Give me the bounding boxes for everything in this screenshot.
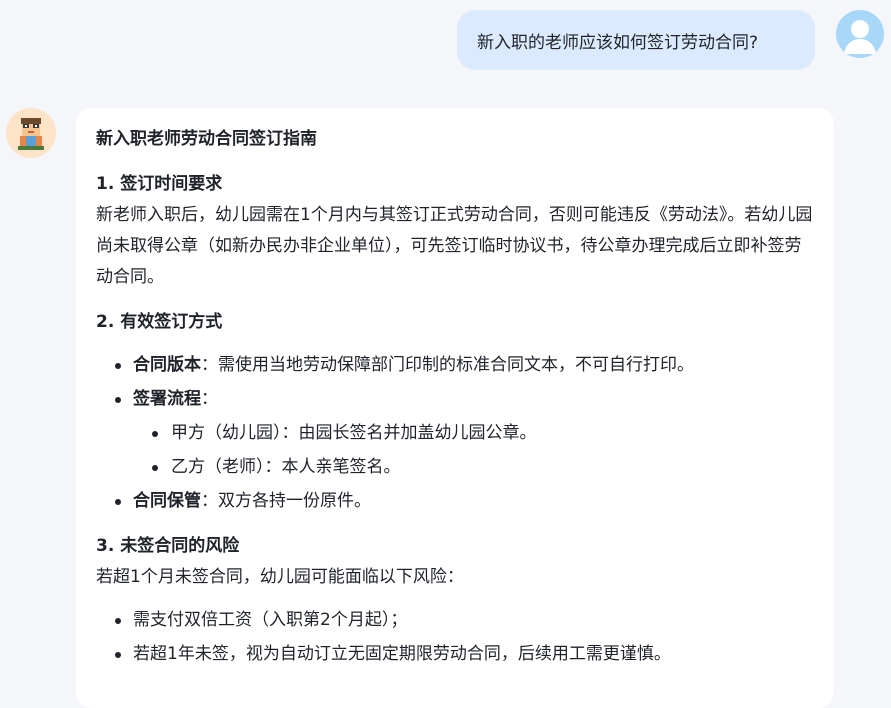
user-message-bubble: 新入职的老师应该如何签订劳动合同? [457, 10, 815, 70]
sub-list-item: 乙方（老师）：本人亲笔签名。 [133, 452, 814, 483]
section-heading-risks: 3. 未签合同的风险 [96, 536, 240, 556]
section-paragraph-signing-time: 新老师入职后，幼儿园需在1个月内与其签订正式劳动合同，否则可能违反《劳动法》。若… [96, 205, 813, 287]
risk-list: 需支付双倍工资（入职第2个月起）； 若超1年未签，视为自动订立无固定期限劳动合同… [96, 605, 814, 670]
user-silhouette-icon [844, 20, 876, 54]
list-item-label: 合同版本 [133, 355, 201, 375]
user-message-text: 新入职的老师应该如何签订劳动合同? [477, 32, 759, 53]
list-item-label: 合同保管 [133, 491, 201, 511]
list-item-text: ： [201, 389, 218, 409]
list-item-text: ：双方各持一份原件。 [201, 491, 371, 511]
bot-avatar-icon [6, 108, 56, 158]
list-item: 合同版本：需使用当地劳动保障部门印制的标准合同文本，不可自行打印。 [96, 350, 814, 381]
list-item: 需支付双倍工资（入职第2个月起）； [96, 605, 814, 636]
list-item-label: 签署流程 [133, 389, 201, 409]
list-item: 若超1年未签，视为自动订立无固定期限劳动合同，后续用工需更谨慎。 [96, 639, 814, 670]
section-heading-signing-time: 1. 签订时间要求 [96, 174, 223, 194]
list-item: 签署流程： 甲方（幼儿园）：由园长签名并加盖幼儿园公章。 乙方（老师）：本人亲笔… [96, 384, 814, 483]
section-paragraph-risks: 若超1个月未签合同，幼儿园可能面临以下风险： [96, 567, 464, 587]
signing-process-sublist: 甲方（幼儿园）：由园长签名并加盖幼儿园公章。 乙方（老师）：本人亲笔签名。 [133, 418, 814, 483]
section-heading-signing-method: 2. 有效签订方式 [96, 312, 223, 332]
signing-method-list: 合同版本：需使用当地劳动保障部门印制的标准合同文本，不可自行打印。 签署流程： … [96, 350, 814, 517]
assistant-message-card: 新入职老师劳动合同签订指南 1. 签订时间要求 新老师入职后，幼儿园需在1个月内… [76, 108, 834, 708]
list-item-text: ：需使用当地劳动保障部门印制的标准合同文本，不可自行打印。 [201, 355, 694, 375]
user-avatar-icon[interactable] [836, 10, 884, 58]
sub-list-item: 甲方（幼儿园）：由园长签名并加盖幼儿园公章。 [133, 418, 814, 449]
answer-title: 新入职老师劳动合同签订指南 [96, 129, 317, 149]
list-item: 合同保管：双方各持一份原件。 [96, 486, 814, 517]
teacher-character-icon [18, 118, 44, 150]
